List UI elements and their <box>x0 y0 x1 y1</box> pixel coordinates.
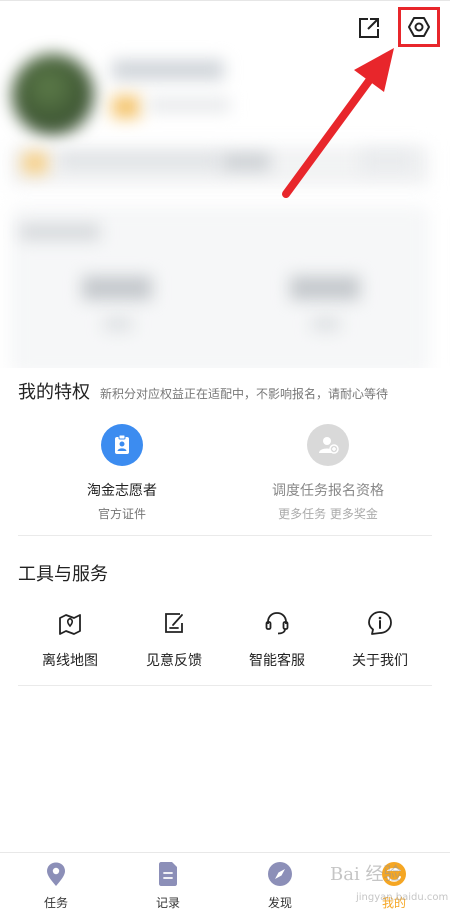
privileges-title: 我的特权 <box>18 382 90 403</box>
document-icon <box>155 861 181 887</box>
privileges-header: 我的特权 新积分对应权益正在适配中，不影响报名，请耐心等待 <box>18 378 388 404</box>
privilege-sublabel: 更多任务 更多奖金 <box>278 507 378 521</box>
map-pin-icon <box>55 608 85 638</box>
privilege-label: 淘金志愿者 <box>87 483 157 499</box>
tool-label: 见意反馈 <box>146 653 202 669</box>
points-text-blur <box>60 154 220 168</box>
privilege-volunteer[interactable]: 淘金志愿者 官方证件 <box>42 424 202 522</box>
tools-title: 工具与服务 <box>18 564 108 585</box>
tab-discover[interactable]: 发现 <box>240 861 320 911</box>
user-add-icon <box>307 424 349 466</box>
tab-label: 发现 <box>267 896 292 910</box>
section-divider <box>18 685 432 686</box>
info-icon <box>365 608 395 638</box>
tab-tasks[interactable]: 任务 <box>16 861 96 911</box>
tool-label: 智能客服 <box>249 653 305 669</box>
tool-offline-map[interactable]: 离线地图 <box>20 608 120 670</box>
watermark-text: Bai 经验 <box>330 864 402 885</box>
id-badge-icon <box>101 424 143 466</box>
section-divider <box>18 535 432 536</box>
stats-title-blur <box>20 224 100 240</box>
avatar <box>12 54 94 136</box>
tool-label: 关于我们 <box>352 653 408 669</box>
username-blur <box>112 60 224 80</box>
points-icon-blur <box>22 152 48 174</box>
level-badge-blur <box>112 96 140 118</box>
headset-icon <box>262 608 292 638</box>
watermark-url: jingyan.baidu.com <box>356 892 449 903</box>
tool-feedback[interactable]: 见意反馈 <box>124 608 224 670</box>
tab-label: 记录 <box>155 896 180 910</box>
annotation-arrow-icon <box>282 48 394 198</box>
location-icon <box>43 861 69 887</box>
tab-label: 任务 <box>43 896 68 910</box>
privilege-dispatch-task[interactable]: 调度任务报名资格 更多任务 更多奖金 <box>248 424 408 522</box>
privilege-label: 调度任务报名资格 <box>272 483 384 499</box>
tools-header: 工具与服务 <box>18 560 108 586</box>
stat-value-blur-2 <box>290 276 360 300</box>
tool-smart-support[interactable]: 智能客服 <box>227 608 327 670</box>
stat-value-blur-1 <box>82 276 152 300</box>
tool-about-us[interactable]: 关于我们 <box>330 608 430 670</box>
compass-icon <box>267 861 293 887</box>
stat-label-blur-1 <box>104 318 132 330</box>
tool-label: 离线地图 <box>42 653 98 669</box>
tab-records[interactable]: 记录 <box>128 861 208 911</box>
profile-line-blur <box>148 98 230 112</box>
stat-label-blur-2 <box>312 318 340 330</box>
feedback-icon <box>159 608 189 638</box>
privileges-subtitle: 新积分对应权益正在适配中，不影响报名，请耐心等待 <box>100 387 389 401</box>
points-button-blur <box>222 154 270 170</box>
privilege-sublabel: 官方证件 <box>97 507 146 521</box>
